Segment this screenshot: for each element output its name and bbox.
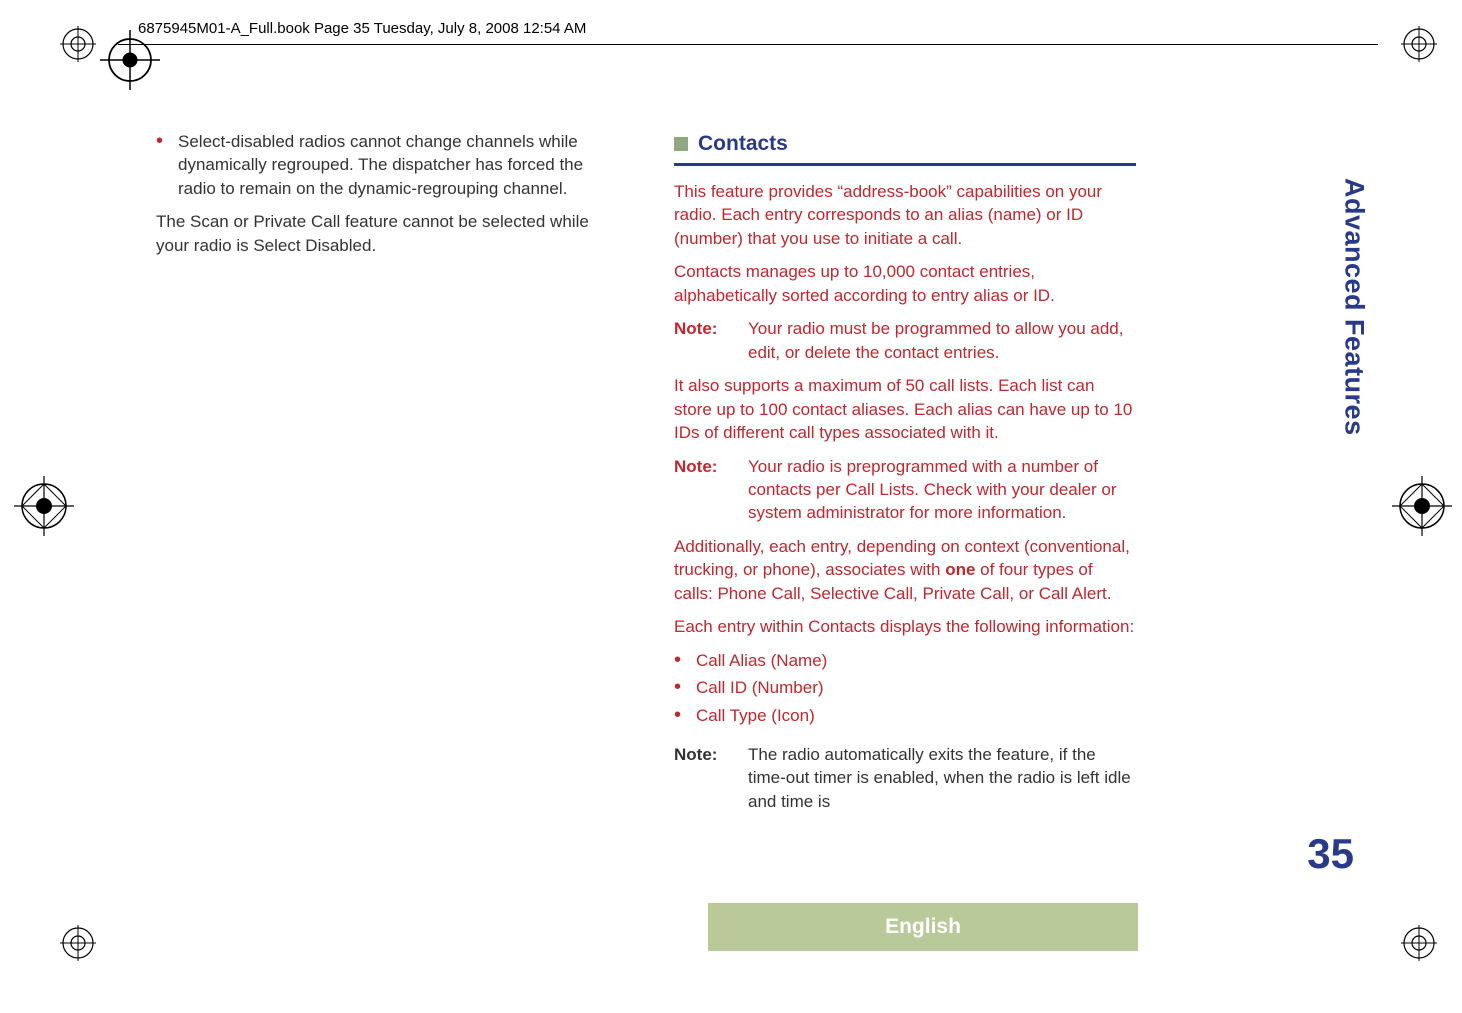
page-root: 6875945M01-A_Full.book Page 35 Tuesday, … [0,0,1462,1013]
note-body: The radio automatically exits the featur… [748,743,1136,813]
section-title: Contacts [698,130,788,159]
print-mark-icon [1401,925,1437,961]
page-number: 35 [1307,830,1354,878]
side-tab-label: Advanced Features [1339,178,1370,436]
section-rule [674,163,1136,166]
list-item: • Call Type (Icon) [674,704,1136,727]
registration-mark-icon [1392,476,1452,536]
left-paragraph: The Scan or Private Call feature cannot … [156,210,618,257]
paragraph: Contacts manages up to 10,000 contact en… [674,260,1136,307]
paragraph-bold: one [945,560,975,579]
left-bullet-text: Select-disabled radios cannot change cha… [178,130,618,200]
bullet-icon: • [674,676,696,699]
left-column: • Select-disabled radios cannot change c… [156,130,618,823]
note-block: Note: Your radio is preprogrammed with a… [674,455,1136,525]
paragraph: Additionally, each entry, depending on c… [674,535,1136,605]
note-block: Note: Your radio must be programmed to a… [674,317,1136,364]
note-label: Note: [674,743,748,813]
paragraph: Each entry within Contacts displays the … [674,615,1136,638]
content-columns: • Select-disabled radios cannot change c… [156,130,1136,823]
registration-mark-icon [100,30,140,70]
note-body: Your radio must be programmed to allow y… [748,317,1136,364]
footer-language-bar: English [708,903,1138,951]
section-square-icon [674,137,688,151]
right-column: Contacts This feature provides “address-… [674,130,1136,823]
note-block: Note: The radio automatically exits the … [674,743,1136,813]
print-mark-icon [1401,26,1437,62]
list-item: • Call ID (Number) [674,676,1136,699]
bullet-icon: • [674,704,696,727]
print-mark-icon [60,925,96,961]
list-item-text: Call Alias (Name) [696,649,827,672]
crop-rule-top [118,44,1378,45]
note-label: Note: [674,317,748,364]
paragraph: It also supports a maximum of 50 call li… [674,374,1136,444]
registration-mark-icon [14,476,74,536]
paragraph: This feature provides “address-book” cap… [674,180,1136,250]
note-body: Your radio is preprogrammed with a numbe… [748,455,1136,525]
header-meta-text: 6875945M01-A_Full.book Page 35 Tuesday, … [138,20,586,37]
section-heading: Contacts [674,130,1136,159]
bullet-icon: • [156,130,178,200]
bullet-icon: • [674,649,696,672]
list-item-text: Call ID (Number) [696,676,824,699]
side-tab: Advanced Features [1334,178,1374,578]
list-item: • Call Alias (Name) [674,649,1136,672]
print-mark-icon [60,26,96,62]
footer-language-label: English [885,915,961,939]
left-bullet-item: • Select-disabled radios cannot change c… [156,130,618,200]
note-label: Note: [674,455,748,525]
list-item-text: Call Type (Icon) [696,704,815,727]
